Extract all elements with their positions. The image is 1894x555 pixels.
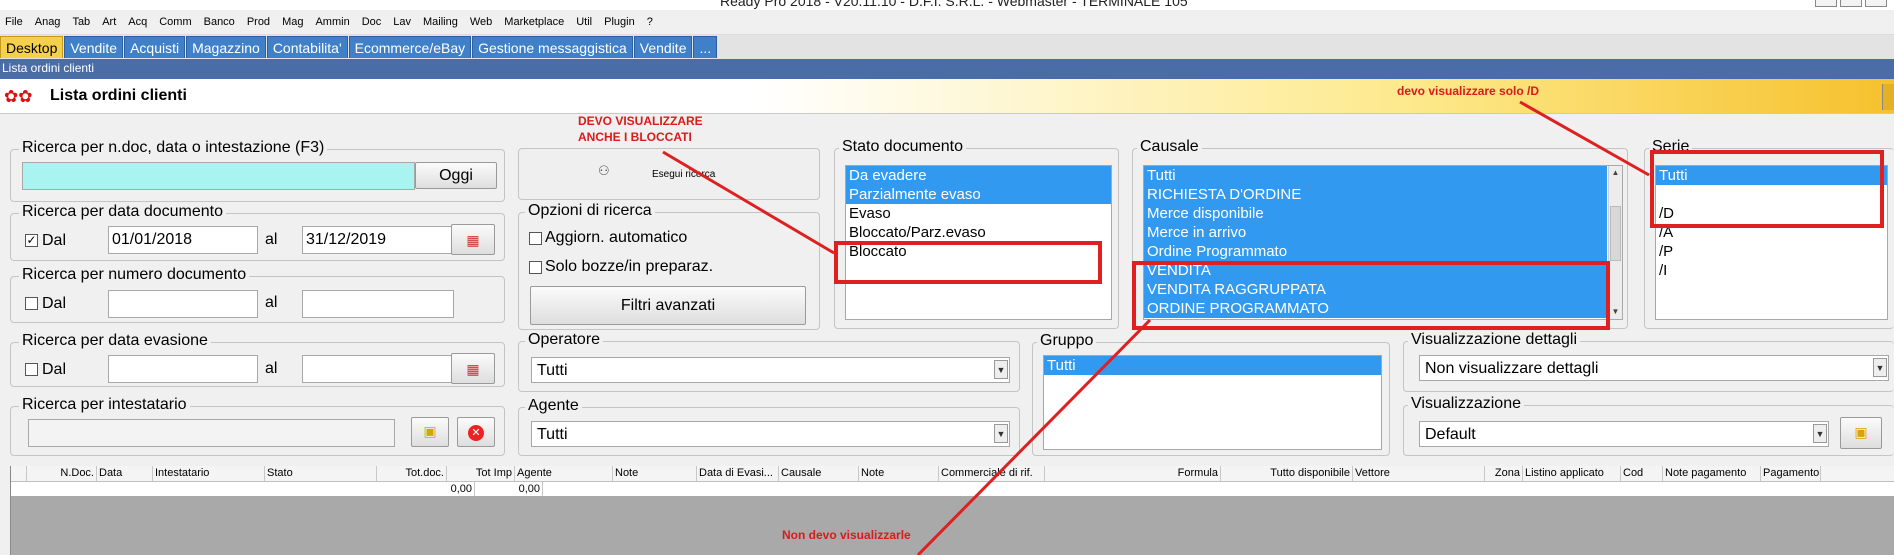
arrow-causale bbox=[916, 318, 1152, 555]
highlight-serie bbox=[1650, 150, 1884, 228]
annotation-serie: devo visualizzare solo /D bbox=[1397, 84, 1540, 98]
arrow-blocked bbox=[662, 150, 835, 255]
annotation-causale: Non devo visualizzarle bbox=[782, 528, 911, 542]
annotation-blocked: DEVO VISUALIZZARE ANCHE I BLOCCATI bbox=[578, 114, 703, 144]
highlight-causale bbox=[1132, 261, 1610, 330]
arrow-serie bbox=[1519, 100, 1650, 177]
highlight-bloccato bbox=[834, 241, 1102, 284]
